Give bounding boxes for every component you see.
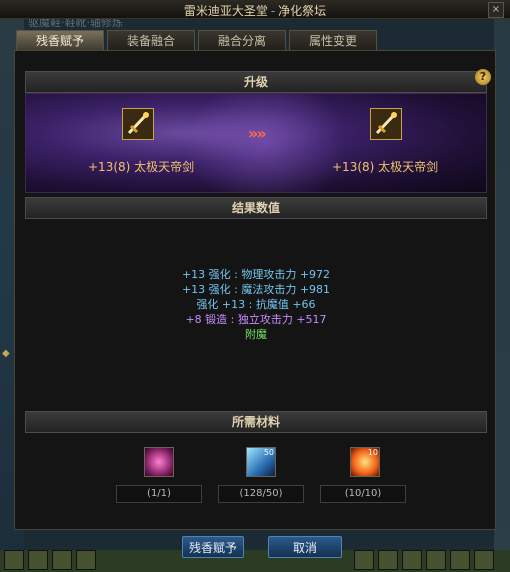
- hotbar-slot[interactable]: [52, 550, 72, 570]
- pink-orb-icon[interactable]: [144, 447, 174, 477]
- material-qty: (1/1): [116, 485, 202, 503]
- tab-fragrance-imbue[interactable]: 残香赋予: [16, 30, 104, 51]
- title-place: 净化祭坛: [278, 4, 327, 18]
- upgrade-header: 升级: [25, 71, 487, 93]
- material-qty: (128/50): [218, 485, 304, 503]
- item-before-label: +13(8) 太极天帝剑: [88, 160, 195, 174]
- tab-attribute-change[interactable]: 属性变更: [289, 30, 377, 50]
- help-icon[interactable]: ?: [475, 69, 491, 85]
- hotbar-slot[interactable]: [354, 550, 374, 570]
- item-after-label: +13(8) 太极天帝剑: [332, 160, 439, 174]
- result-physical-attack: +13 强化 : 物理攻击力 +972: [181, 268, 331, 281]
- material-qty: (10/10): [320, 485, 406, 503]
- result-magic-attack: +13 强化 : 魔法攻击力 +981: [181, 283, 331, 296]
- sword-icon[interactable]: [370, 108, 402, 140]
- flame-orb-icon[interactable]: 10: [350, 447, 380, 477]
- tab-equipment-fusion[interactable]: 装备融合: [107, 30, 195, 50]
- banner-glow: [186, 94, 346, 192]
- hotbar-slot[interactable]: [76, 550, 96, 570]
- sword-icon-graphic: [123, 109, 153, 139]
- results-header: 结果数值: [25, 197, 487, 219]
- window-title-bar: 雷米迪亚大圣堂 - 净化祭坛 ×: [0, 0, 510, 19]
- title-separator: -: [270, 4, 276, 18]
- crystal-icon[interactable]: 50: [246, 447, 276, 477]
- sword-icon-graphic: [371, 109, 401, 139]
- arrow-icon: »»: [248, 124, 267, 143]
- title-location: 雷米迪亚大圣堂: [183, 4, 268, 18]
- main-panel: 升级 ? +13(8) 太极天帝剑 »» +13(8) 太极天帝剑 结果数值 +: [14, 50, 496, 530]
- hotbar-slot[interactable]: [474, 550, 494, 570]
- hotbar-slot[interactable]: [402, 550, 422, 570]
- results-list: +13 强化 : 物理攻击力 +972 +13 强化 : 魔法攻击力 +981 …: [15, 267, 497, 342]
- cancel-button[interactable]: 取消: [268, 536, 342, 558]
- hotbar-slot[interactable]: [4, 550, 24, 570]
- tab-fusion-separation[interactable]: 融合分离: [198, 30, 286, 50]
- window-title: 雷米迪亚大圣堂 - 净化祭坛: [0, 2, 510, 19]
- material-badge: 10: [367, 448, 378, 457]
- imbue-confirm-button[interactable]: 残香赋予: [182, 536, 244, 558]
- upgrade-banner: +13(8) 太极天帝剑 »» +13(8) 太极天帝剑: [25, 93, 487, 193]
- close-button[interactable]: ×: [488, 2, 504, 18]
- result-enchant: 附魔: [245, 328, 267, 341]
- materials-header: 所需材料: [25, 411, 487, 433]
- sword-icon[interactable]: [122, 108, 154, 140]
- result-magic-resist: 强化 +13 : 抗魔值 +66: [196, 298, 316, 311]
- tab-bar: 残香赋予 装备融合 融合分离 属性变更: [16, 30, 377, 51]
- result-independent-attack: +8 锻造 : 独立攻击力 +517: [185, 313, 327, 326]
- hotbar-slot[interactable]: [450, 550, 470, 570]
- hotbar-slot[interactable]: [378, 550, 398, 570]
- material-badge: 50: [263, 448, 274, 457]
- hotbar-slot[interactable]: [426, 550, 446, 570]
- hotbar-slot[interactable]: [28, 550, 48, 570]
